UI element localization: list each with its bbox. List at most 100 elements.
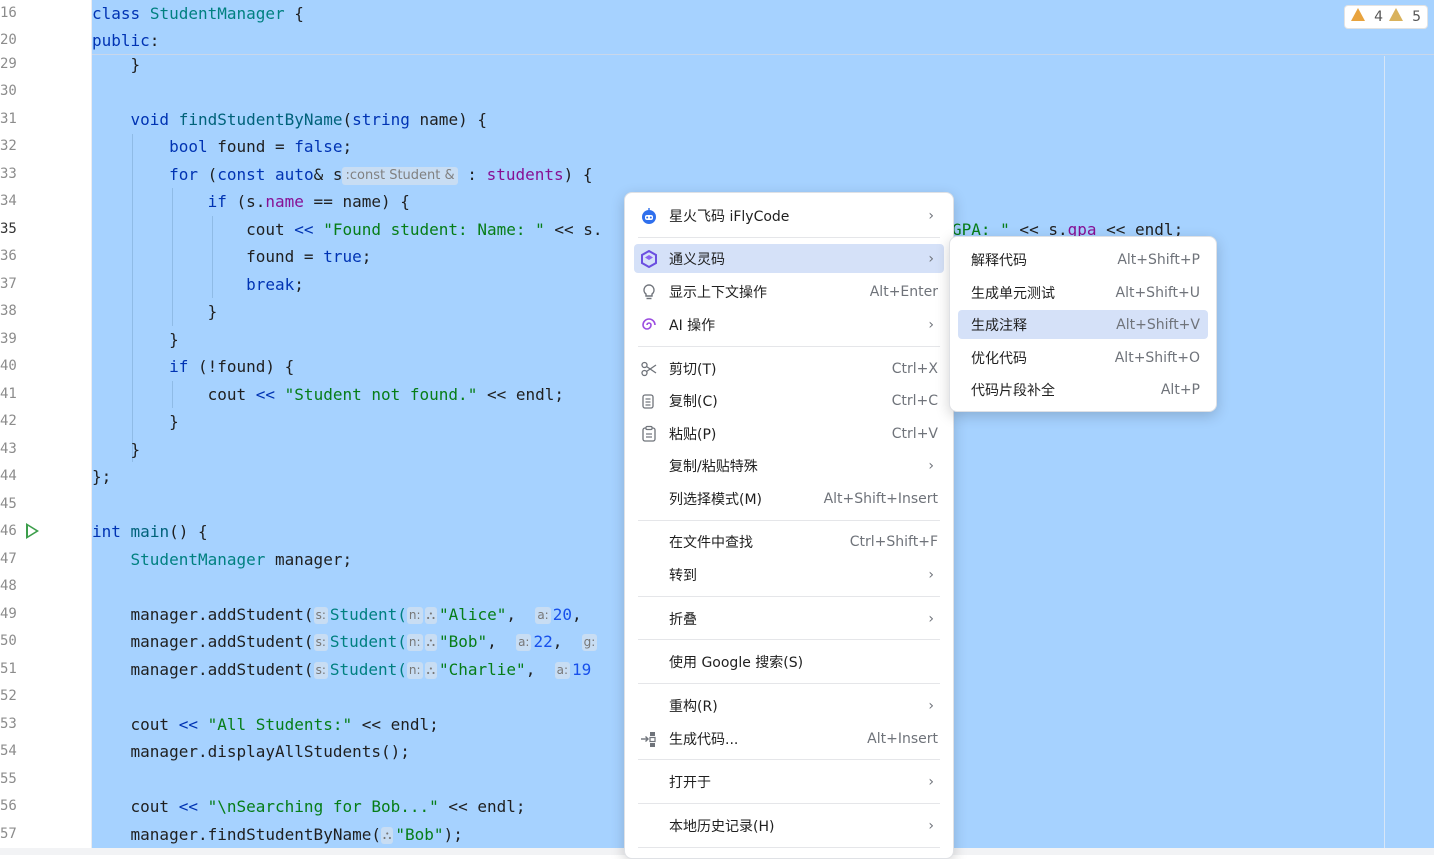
- code-line: manager.addStudent(s: Student(n: ⛬ "Bob", a…: [130, 632, 598, 651]
- line-number: 39: [0, 331, 17, 347]
- menu-item-google-search[interactable]: 使用 Google 搜索(S): [634, 647, 944, 676]
- code-line: public:: [92, 31, 160, 50]
- menu-item-generate[interactable]: 生成代码... Alt+Insert: [634, 724, 944, 753]
- line-number: 42: [0, 413, 17, 429]
- code-line: class StudentManager {: [92, 4, 304, 23]
- scissors-icon: [641, 361, 657, 377]
- line-number: 37: [0, 276, 17, 292]
- menu-separator: [638, 847, 940, 848]
- menu-separator: [638, 237, 940, 238]
- code-line: };: [92, 467, 112, 486]
- code-line: manager.displayAllStudents();: [92, 742, 410, 761]
- line-number: 16: [0, 5, 17, 21]
- code-line: bool found = false;: [169, 137, 353, 156]
- ai-spiral-icon: [642, 318, 656, 330]
- line-number: 29: [0, 56, 17, 72]
- menu-item-copy[interactable]: 复制(C) Ctrl+C: [634, 386, 944, 415]
- line-number: 34: [0, 193, 17, 209]
- menu-item-iflycode[interactable]: 星火飞码 iFlyCode ›: [634, 201, 944, 230]
- run-main-icon[interactable]: [26, 523, 39, 539]
- context-menu: 星火飞码 iFlyCode › 通义灵码 › 显示上下文操作 Alt+Enter…: [624, 192, 954, 859]
- menu-separator: [638, 759, 940, 760]
- line-number: 44: [0, 468, 17, 484]
- menu-item-show-context-actions[interactable]: 显示上下文操作 Alt+Enter: [634, 277, 944, 306]
- right-margin-guide: [1384, 56, 1385, 848]
- chevron-right-icon: ›: [928, 316, 934, 333]
- warning-count: 4: [1374, 9, 1384, 25]
- menu-separator: [638, 803, 940, 804]
- code-line: found = true;: [246, 247, 372, 266]
- menu-separator: [638, 683, 940, 684]
- bulb-icon: [643, 284, 655, 300]
- line-number: 52: [0, 688, 17, 704]
- menu-item-ai-actions[interactable]: AI 操作 ›: [634, 310, 944, 339]
- menu-item-cut[interactable]: 剪切(T) Ctrl+X: [634, 354, 944, 383]
- code-line: }: [92, 330, 179, 349]
- line-number: 55: [0, 771, 17, 787]
- line-number: 40: [0, 358, 17, 374]
- code-line: break;: [246, 275, 304, 294]
- menu-item-copy-paste-special[interactable]: 复制/粘贴特殊 ›: [634, 451, 944, 480]
- paste-icon: [642, 425, 656, 442]
- code-line: cout << "Student not found." << endl;: [207, 385, 565, 404]
- code-line: StudentManager manager;: [130, 550, 353, 569]
- menu-separator: [638, 596, 940, 597]
- line-number: 43: [0, 441, 17, 457]
- code-line: manager.findStudentByName(⛬ "Bob");: [130, 825, 463, 844]
- menu-separator: [638, 520, 940, 521]
- chevron-right-icon: ›: [928, 610, 934, 627]
- chevron-right-icon: ›: [928, 250, 934, 267]
- line-number: 31: [0, 111, 17, 127]
- type-inlay-hint: :const Student &: [342, 167, 458, 185]
- code-line: cout << "\nSearching for Bob..." << endl…: [130, 797, 526, 816]
- menu-item-local-history[interactable]: 本地历史记录(H) ›: [634, 811, 944, 840]
- code-line: cout << "All Students:" << endl;: [130, 715, 439, 734]
- submenu-item-generate-unit-test[interactable]: 生成单元测试 Alt+Shift+U: [958, 278, 1208, 307]
- line-number: 48: [0, 578, 17, 594]
- sticky-lines-separator: [92, 54, 1434, 55]
- code-line: int main() {: [92, 522, 208, 541]
- line-number: 32: [0, 138, 17, 154]
- warning-icon: [1351, 7, 1368, 26]
- menu-item-paste[interactable]: 粘贴(P) Ctrl+V: [634, 419, 944, 448]
- code-line: if (s.name == name) {: [207, 192, 410, 211]
- submenu-item-generate-comment[interactable]: 生成注释 Alt+Shift+V: [958, 310, 1208, 339]
- line-number: 35: [0, 221, 17, 237]
- submenu-item-snippet-completion[interactable]: 代码片段补全 Alt+P: [958, 375, 1208, 404]
- code-line: if (!found) {: [169, 357, 295, 376]
- menu-item-open-in[interactable]: 打开于 ›: [634, 767, 944, 796]
- submenu-item-explain-code[interactable]: 解释代码 Alt+Shift+P: [958, 245, 1208, 274]
- line-number: 53: [0, 716, 17, 732]
- menu-separator: [638, 346, 940, 347]
- chevron-right-icon: ›: [928, 773, 934, 790]
- generate-icon: [641, 732, 656, 747]
- menu-item-refactor[interactable]: 重构(R) ›: [634, 691, 944, 720]
- line-number: 41: [0, 386, 17, 402]
- code-line: cout << "Found student: Name: " << s.: [246, 220, 603, 239]
- menu-item-column-selection[interactable]: 列选择模式(M) Alt+Shift+Insert: [634, 484, 944, 513]
- copy-icon: [642, 394, 654, 409]
- submenu-item-optimize-code[interactable]: 优化代码 Alt+Shift+O: [958, 343, 1208, 372]
- menu-item-goto[interactable]: 转到 ›: [634, 560, 944, 589]
- line-number: 49: [0, 606, 17, 622]
- line-number: 30: [0, 83, 17, 99]
- line-number: 50: [0, 633, 17, 649]
- code-line: }: [92, 302, 218, 321]
- iflycode-icon: [642, 208, 656, 224]
- chevron-right-icon: ›: [928, 566, 934, 583]
- line-number: 45: [0, 496, 17, 512]
- chevron-right-icon: ›: [928, 817, 934, 834]
- chevron-right-icon: ›: [928, 697, 934, 714]
- code-line: }: [92, 55, 141, 74]
- line-number: 47: [0, 551, 17, 567]
- menu-item-fold[interactable]: 折叠 ›: [634, 604, 944, 633]
- code-line: manager.addStudent(s: Student(n: ⛬ "Charlie…: [130, 660, 592, 679]
- inspection-widget[interactable]: 4 5: [1344, 5, 1428, 29]
- tongyi-icon: [641, 250, 657, 268]
- menu-item-find-in-files[interactable]: 在文件中查找 Ctrl+Shift+F: [634, 527, 944, 556]
- tongyi-submenu: 解释代码 Alt+Shift+P 生成单元测试 Alt+Shift+U 生成注释…: [949, 236, 1217, 412]
- line-number: 36: [0, 248, 17, 264]
- menu-item-tongyi[interactable]: 通义灵码 ›: [634, 244, 944, 273]
- code-line: }: [92, 412, 179, 431]
- code-line: for (const auto& s:const Student & : stu…: [169, 165, 593, 185]
